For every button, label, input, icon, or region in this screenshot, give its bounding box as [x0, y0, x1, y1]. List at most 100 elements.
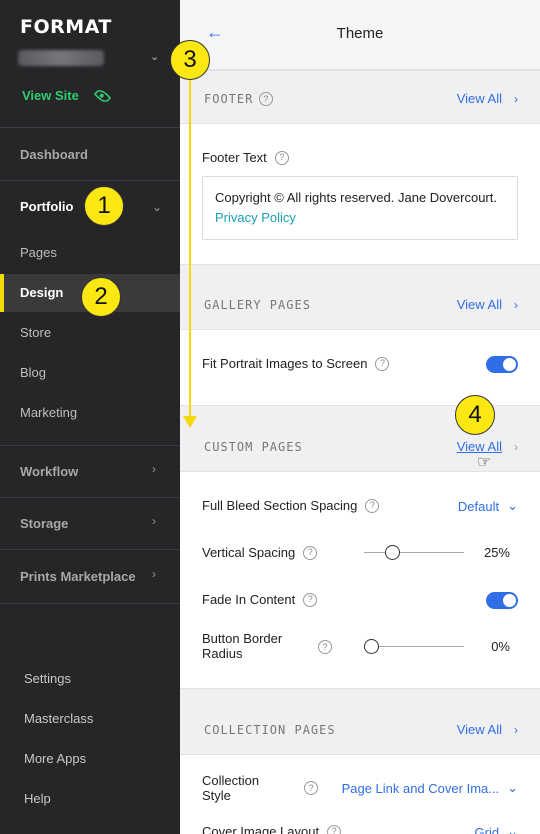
- footer-text-label-text: Footer Text: [202, 150, 267, 165]
- sidebar-item-prints-marketplace[interactable]: Prints Marketplace: [20, 569, 136, 584]
- divider: [0, 497, 180, 498]
- vertical-spacing-slider[interactable]: [364, 552, 464, 553]
- view-all-link-footer[interactable]: View All ›: [457, 91, 518, 106]
- divider: [0, 180, 180, 181]
- view-site-link[interactable]: View Site: [22, 86, 112, 105]
- help-icon[interactable]: ?: [274, 150, 289, 165]
- sidebar-item-design[interactable]: Design: [20, 285, 63, 300]
- help-icon[interactable]: ?: [259, 92, 274, 106]
- format-logo[interactable]: FORMAT: [20, 16, 112, 38]
- step-badge-2: 2: [81, 277, 121, 317]
- view-all-link-collection[interactable]: View All ›: [457, 722, 518, 737]
- page-title: Theme: [336, 25, 384, 42]
- section-title-text: CUSTOM PAGES: [204, 440, 303, 454]
- section-title-text: GALLERY PAGES: [204, 298, 311, 312]
- section-title: FOOTER ?: [204, 92, 274, 106]
- divider: [0, 445, 180, 446]
- header: ← Theme: [180, 0, 540, 70]
- sidebar-item-settings[interactable]: Settings: [24, 671, 71, 686]
- divider: [0, 603, 180, 604]
- section-title-text: FOOTER: [204, 92, 254, 106]
- view-all-label: View All: [456, 722, 502, 737]
- sidebar-item-storage[interactable]: Storage: [20, 516, 68, 531]
- step-badge-4: 4: [455, 395, 495, 435]
- sidebar-item-dashboard[interactable]: Dashboard: [20, 147, 88, 162]
- view-all-label: View All: [456, 91, 502, 106]
- fade-in-text: Fade In Content: [202, 592, 296, 607]
- chevron-right-icon[interactable]: ›: [152, 567, 156, 581]
- chevron-right-icon[interactable]: ›: [152, 462, 156, 476]
- fit-portrait-toggle[interactable]: [486, 356, 518, 373]
- divider: [0, 127, 180, 128]
- button-radius-label: Button Border Radius: [202, 631, 282, 661]
- sidebar-item-store[interactable]: Store: [20, 325, 51, 340]
- chevron-right-icon: ›: [514, 91, 518, 106]
- collection-style-label: Collection Style: [202, 773, 259, 803]
- vertical-spacing-label: Vertical Spacing ?: [202, 545, 318, 560]
- button-radius-line2: Radius: [202, 646, 243, 661]
- footer-text-value: Copyright © All rights reserved. Jane Do…: [215, 190, 497, 205]
- sidebar-item-masterclass[interactable]: Masterclass: [24, 711, 93, 726]
- help-icon[interactable]: ?: [375, 356, 390, 371]
- active-indicator: [0, 274, 4, 312]
- divider: [0, 549, 180, 550]
- chevron-down-icon[interactable]: ⌄: [150, 50, 159, 63]
- section-header-footer: FOOTER ? View All ›: [180, 70, 540, 124]
- fit-portrait-text: Fit Portrait Images to Screen: [202, 356, 368, 371]
- chevron-down-icon: ⌄: [507, 824, 518, 834]
- chevron-down-icon: ⌄: [507, 498, 518, 513]
- chevron-right-icon[interactable]: ›: [152, 514, 156, 528]
- footer-text-field[interactable]: Copyright © All rights reserved. Jane Do…: [202, 176, 518, 240]
- cover-layout-text: Cover Image Layout: [202, 824, 320, 834]
- cover-layout-label: Cover Image Layout ?: [202, 824, 342, 834]
- sidebar-item-workflow[interactable]: Workflow: [20, 464, 78, 479]
- sidebar-item-help[interactable]: Help: [24, 791, 51, 806]
- help-icon[interactable]: ?: [304, 781, 318, 795]
- sidebar-item-blog[interactable]: Blog: [20, 365, 46, 380]
- button-radius-value: 0%: [491, 639, 510, 654]
- full-bleed-value: Default: [457, 498, 500, 514]
- fit-portrait-label: Fit Portrait Images to Screen ?: [202, 356, 390, 371]
- collection-style-line2: Style: [202, 788, 231, 803]
- view-site-label: View Site: [22, 88, 79, 103]
- button-radius-line1: Button Border: [202, 631, 283, 646]
- chevron-down-icon: ⌄: [507, 780, 518, 795]
- vertical-spacing-value: 25%: [483, 545, 510, 560]
- annotation-arrow: [189, 74, 191, 420]
- help-icon[interactable]: ?: [303, 592, 318, 607]
- chevron-right-icon: ›: [514, 722, 518, 737]
- button-radius-slider[interactable]: [364, 646, 464, 647]
- help-icon[interactable]: ?: [327, 824, 342, 834]
- full-bleed-select[interactable]: Default ⌄: [458, 498, 518, 514]
- chevron-down-icon[interactable]: ⌄: [152, 200, 162, 214]
- section-header-gallery: GALLERY PAGES View All ›: [180, 264, 540, 330]
- button-radius-knob[interactable]: [364, 639, 379, 654]
- collection-style-value: Page Link and Cover Ima...: [341, 780, 500, 796]
- help-icon[interactable]: ?: [303, 545, 318, 560]
- help-icon[interactable]: ?: [318, 640, 332, 654]
- privacy-policy-link[interactable]: Privacy Policy: [215, 210, 296, 225]
- cover-layout-value: Grid: [474, 824, 500, 834]
- chevron-right-icon: ›: [514, 439, 518, 454]
- sidebar: FORMAT ⌄ View Site Dashboard Portfolio ⌄…: [0, 0, 180, 834]
- hand-cursor-icon: ☞: [477, 454, 492, 471]
- eye-icon: [93, 86, 112, 105]
- fade-in-toggle[interactable]: [486, 592, 518, 609]
- step-badge-3: 3: [170, 40, 210, 80]
- sidebar-item-more-apps[interactable]: More Apps: [24, 751, 86, 766]
- vertical-spacing-text: Vertical Spacing: [202, 545, 296, 560]
- help-icon[interactable]: ?: [365, 498, 380, 513]
- collection-style-select[interactable]: Page Link and Cover Ima... ⌄: [342, 780, 518, 796]
- collection-style-line1: Collection: [202, 773, 260, 788]
- cover-layout-select[interactable]: Grid ⌄: [475, 824, 518, 834]
- sidebar-item-marketing[interactable]: Marketing: [20, 405, 77, 420]
- site-name-blurred[interactable]: [18, 50, 104, 66]
- vertical-spacing-knob[interactable]: [385, 545, 400, 560]
- full-bleed-text: Full Bleed Section Spacing: [202, 498, 358, 513]
- chevron-right-icon: ›: [514, 297, 518, 312]
- sidebar-item-portfolio[interactable]: Portfolio: [20, 199, 73, 214]
- fade-in-label: Fade In Content ?: [202, 592, 318, 607]
- section-header-collection: COLLECTION PAGES View All ›: [180, 688, 540, 755]
- view-all-link-gallery[interactable]: View All ›: [457, 297, 518, 312]
- sidebar-item-pages[interactable]: Pages: [20, 245, 57, 260]
